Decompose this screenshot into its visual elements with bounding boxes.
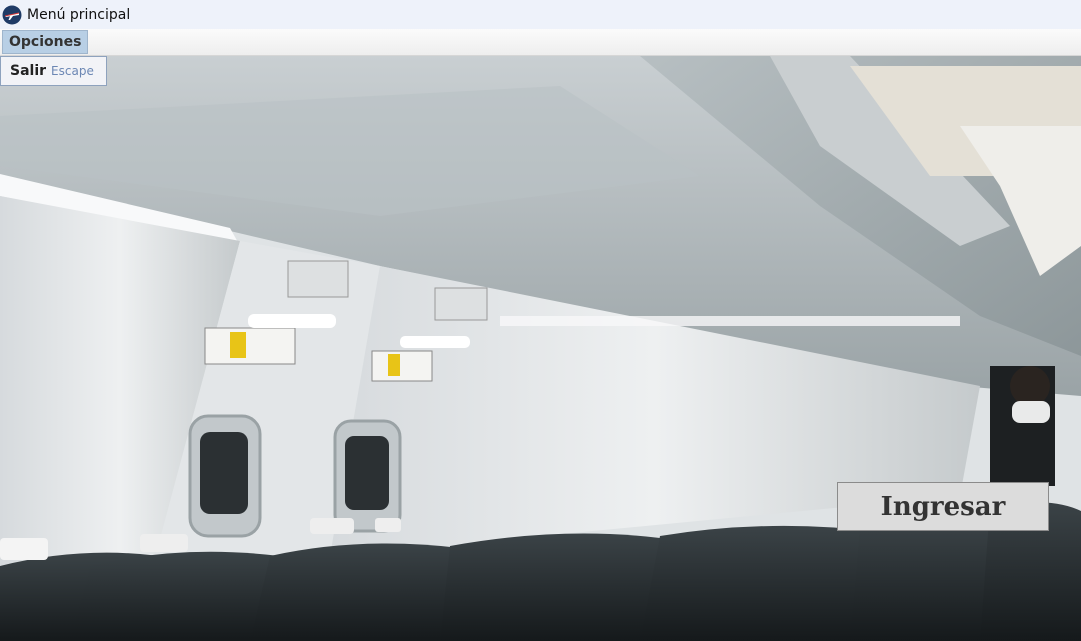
menu-opciones[interactable]: Opciones <box>2 30 89 54</box>
menu-bar: Opciones <box>0 29 1081 56</box>
title-bar: Menú principal <box>0 0 1081 29</box>
airplane-app-icon <box>2 5 22 25</box>
menu-item-salir-accelerator: Escape <box>51 64 94 78</box>
ingresar-button[interactable]: Ingresar <box>837 482 1049 531</box>
menu-item-salir[interactable]: Salir <box>10 63 46 79</box>
cabin-background-image <box>0 56 1081 641</box>
opciones-dropdown-menu: Salir Escape <box>0 56 107 86</box>
window-title: Menú principal <box>27 6 131 23</box>
